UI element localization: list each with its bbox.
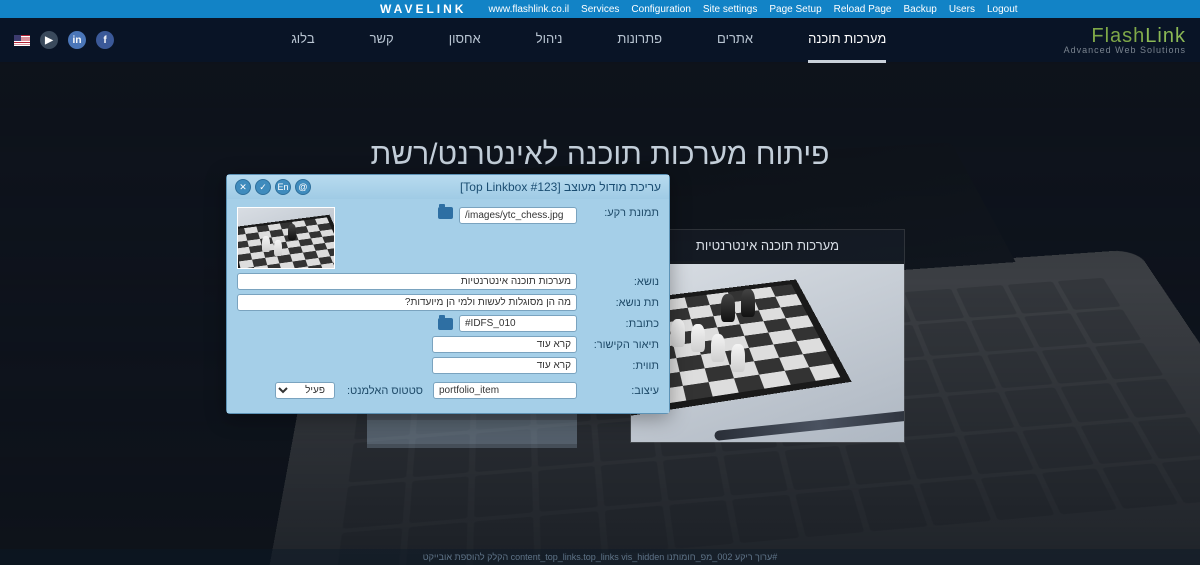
input-design[interactable]: [433, 382, 577, 399]
flag-icon[interactable]: [14, 35, 30, 46]
folder-icon-address[interactable]: [438, 318, 453, 330]
nav-item-hosting[interactable]: אחסון: [449, 17, 481, 63]
card-title: מערכות תוכנה אינטרנטיות: [631, 230, 904, 261]
wavelink-brand: WAVELINK: [380, 2, 466, 16]
label-link-desc: תיאור הקישור:: [583, 339, 659, 351]
main-navbar: ▶ in f מערכות תוכנה אתרים פתרונות ניהול …: [0, 18, 1200, 62]
topbar-link-services[interactable]: Services: [581, 4, 619, 15]
topbar-link-page-setup[interactable]: Page Setup: [769, 4, 821, 15]
nav-item-software[interactable]: מערכות תוכנה: [808, 17, 886, 63]
footer-text: #ערוך ריקע 002_מפ_חומותנו content_top_li…: [423, 552, 777, 562]
modal-header[interactable]: עריכת מודול מעוצב [Top Linkbox #123] ✕ ✓…: [227, 175, 669, 199]
nav-links: מערכות תוכנה אתרים פתרונות ניהול אחסון ק…: [291, 17, 886, 63]
modal-lang-icon[interactable]: En: [275, 179, 291, 195]
hero-title: פיתוח מערכות תוכנה לאינטרנט/רשת: [0, 138, 1200, 172]
label-subject: נושא:: [583, 276, 659, 288]
topbar-link-site-settings[interactable]: Site settings: [703, 4, 757, 15]
label-bg-image: תמונת רקע:: [583, 207, 659, 219]
linkedin-icon[interactable]: in: [68, 31, 86, 49]
topbar-link-configuration[interactable]: Configuration: [631, 4, 690, 15]
edit-module-modal: עריכת מודול מעוצב [Top Linkbox #123] ✕ ✓…: [226, 174, 670, 414]
folder-icon[interactable]: [438, 207, 453, 219]
topbar-link-reload[interactable]: Reload Page: [834, 4, 892, 15]
input-link-desc[interactable]: [432, 336, 577, 353]
content-card[interactable]: מערכות תוכנה אינטרנטיות: [630, 229, 905, 443]
topbar-link-users[interactable]: Users: [949, 4, 975, 15]
label-sub-subject: תת נושא:: [583, 297, 659, 309]
label-address: כתובת:: [583, 318, 659, 330]
input-sub-subject[interactable]: [237, 294, 577, 311]
modal-close-icon[interactable]: ✕: [235, 179, 251, 195]
youtube-icon[interactable]: ▶: [40, 31, 58, 49]
input-subject[interactable]: [237, 273, 577, 290]
nav-left-icons: ▶ in f: [14, 31, 114, 49]
card-image: [631, 264, 904, 442]
flashlink-logo: FlashLink Advanced Web Solutions: [1064, 25, 1186, 55]
select-status[interactable]: פעיל: [275, 382, 335, 399]
nav-item-contact[interactable]: קשר: [370, 17, 394, 63]
modal-title: עריכת מודול מעוצב [Top Linkbox #123]: [311, 180, 661, 194]
admin-topbar: WAVELINK www.flashlink.co.il Services Co…: [0, 0, 1200, 18]
input-address[interactable]: [459, 315, 577, 332]
nav-item-solutions[interactable]: פתרונות: [617, 17, 662, 63]
nav-item-manage[interactable]: ניהול: [536, 17, 563, 63]
modal-body: תמונת רקע: נושא: תת נושא: כתובת:: [227, 199, 669, 413]
label-tooltip: תווית:: [583, 360, 659, 372]
topbar-link-backup[interactable]: Backup: [903, 4, 936, 15]
topbar-link-site[interactable]: www.flashlink.co.il: [488, 4, 569, 15]
modal-help-icon[interactable]: @: [295, 179, 311, 195]
label-design: עיצוב:: [583, 385, 659, 397]
nav-item-sites[interactable]: אתרים: [717, 17, 753, 63]
facebook-icon[interactable]: f: [96, 31, 114, 49]
label-status: סטטוס האלמנט:: [347, 385, 423, 397]
thumbnail-preview: [237, 207, 335, 269]
footer-bar: #ערוך ריקע 002_מפ_חומותנו content_top_li…: [0, 549, 1200, 565]
input-bg-image[interactable]: [459, 207, 577, 224]
modal-ok-icon[interactable]: ✓: [255, 179, 271, 195]
input-tooltip[interactable]: [432, 357, 577, 374]
nav-item-blog[interactable]: בלוג: [291, 17, 314, 63]
topbar-link-logout[interactable]: Logout: [987, 4, 1018, 15]
